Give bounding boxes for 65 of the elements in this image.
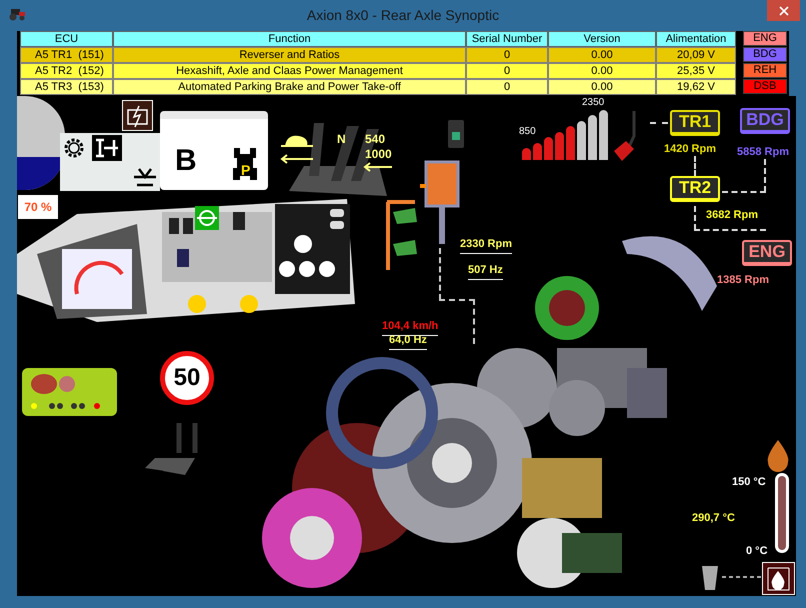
ecu-module[interactable]: ENG [742, 240, 792, 266]
temperature-max-label: 150 °C [732, 475, 766, 490]
table-cell: 0 [466, 47, 548, 63]
tractor-icon [232, 146, 258, 182]
table-cell: 0 [466, 79, 548, 95]
column-header: Alimentation [656, 31, 736, 47]
range-letter: B [175, 146, 197, 176]
table-cell: Hexashift, Axle and Claas Power Management [113, 63, 466, 79]
table-row[interactable]: A5 TR3 (153) Automated Parking Brake and Power Take-off 0 0.00 19,62 V [20, 79, 736, 95]
table-row[interactable]: A5 TR2 (152) Hexashift, Axle and Claas Power Management 0 0.00 25,35 V [20, 63, 736, 79]
ecu-status-badge: REH [743, 63, 787, 78]
table-cell: A5 TR2 (152) [20, 63, 113, 79]
ecu-status-badge: DSB [743, 79, 787, 94]
table-cell: Automated Parking Brake and Power Take-off [113, 79, 466, 95]
sensor-reading: 64,0 Hz [389, 332, 427, 350]
table-cell: Reverser and Ratios [113, 47, 466, 63]
table-cell: 0.00 [548, 79, 656, 95]
axle-icon [92, 135, 122, 161]
arrow-icon [279, 154, 313, 164]
ecu-status-badge: BDG [743, 47, 787, 62]
arrow-icon [362, 162, 392, 172]
table-cell: 19,62 V [656, 79, 736, 95]
table-cell: 0.00 [548, 63, 656, 79]
sensor-reading: 2330 Rpm [460, 236, 512, 254]
oil-pump-icon [762, 562, 795, 595]
min-rpm-label: 850 [519, 125, 536, 139]
sensor-reading: 507 Hz [468, 262, 503, 280]
module-rpm-reading: 1420 Rpm [664, 142, 716, 157]
window-title: Axion 8x0 - Rear Axle Synoptic [306, 6, 500, 25]
close-icon [778, 6, 788, 16]
oil-temperature-reading: 290,7 °C [692, 511, 735, 526]
table-cell: A5 TR1 (151) [20, 47, 113, 63]
module-rpm-reading: 3682 Rpm [706, 208, 758, 223]
ecu-module[interactable]: TR2 [670, 176, 720, 202]
park-letter: P [241, 163, 250, 177]
table-cell: 0 [466, 63, 548, 79]
ecu-status-badge: ENG [743, 31, 787, 46]
max-rpm-label: 2350 [582, 96, 604, 110]
column-header: Version [548, 31, 656, 47]
pto-speed-label: 1000 [365, 146, 392, 163]
column-header: Serial Number [466, 31, 548, 47]
module-rpm-reading: 1385 Rpm [717, 273, 769, 288]
pto-speed-label: 540 [365, 131, 386, 148]
battery-lightning-icon [122, 100, 153, 131]
column-header: ECU [20, 31, 113, 47]
switch-icon [448, 120, 464, 148]
neutral-label: N [337, 131, 346, 148]
dashed-line-drawing [722, 575, 762, 579]
column-header: Function [113, 31, 466, 47]
filter-icon [700, 564, 720, 592]
table-row[interactable]: A5 TR1 (151) Reverser and Ratios 0 0.00 20,09 V [20, 47, 736, 63]
sensor-reading: 104,4 km/h [382, 318, 438, 336]
close-button[interactable] [767, 0, 800, 21]
dashed-line [650, 122, 668, 124]
table-cell: 25,35 V [656, 63, 736, 79]
module-rpm-reading: 5858 Rpm [737, 145, 789, 160]
oil-drop-icon [766, 440, 790, 472]
temperature-min-label: 0 °C [746, 544, 768, 559]
speed-limit-sign: 50 [160, 351, 214, 405]
table-cell: A5 TR3 (153) [20, 79, 113, 95]
ecu-module[interactable]: TR1 [670, 110, 720, 136]
table-cell: 0.00 [548, 47, 656, 63]
charge-reading: 70 % [18, 195, 58, 219]
tractor-app-icon [8, 8, 26, 21]
table-cell: 20,09 V [656, 47, 736, 63]
